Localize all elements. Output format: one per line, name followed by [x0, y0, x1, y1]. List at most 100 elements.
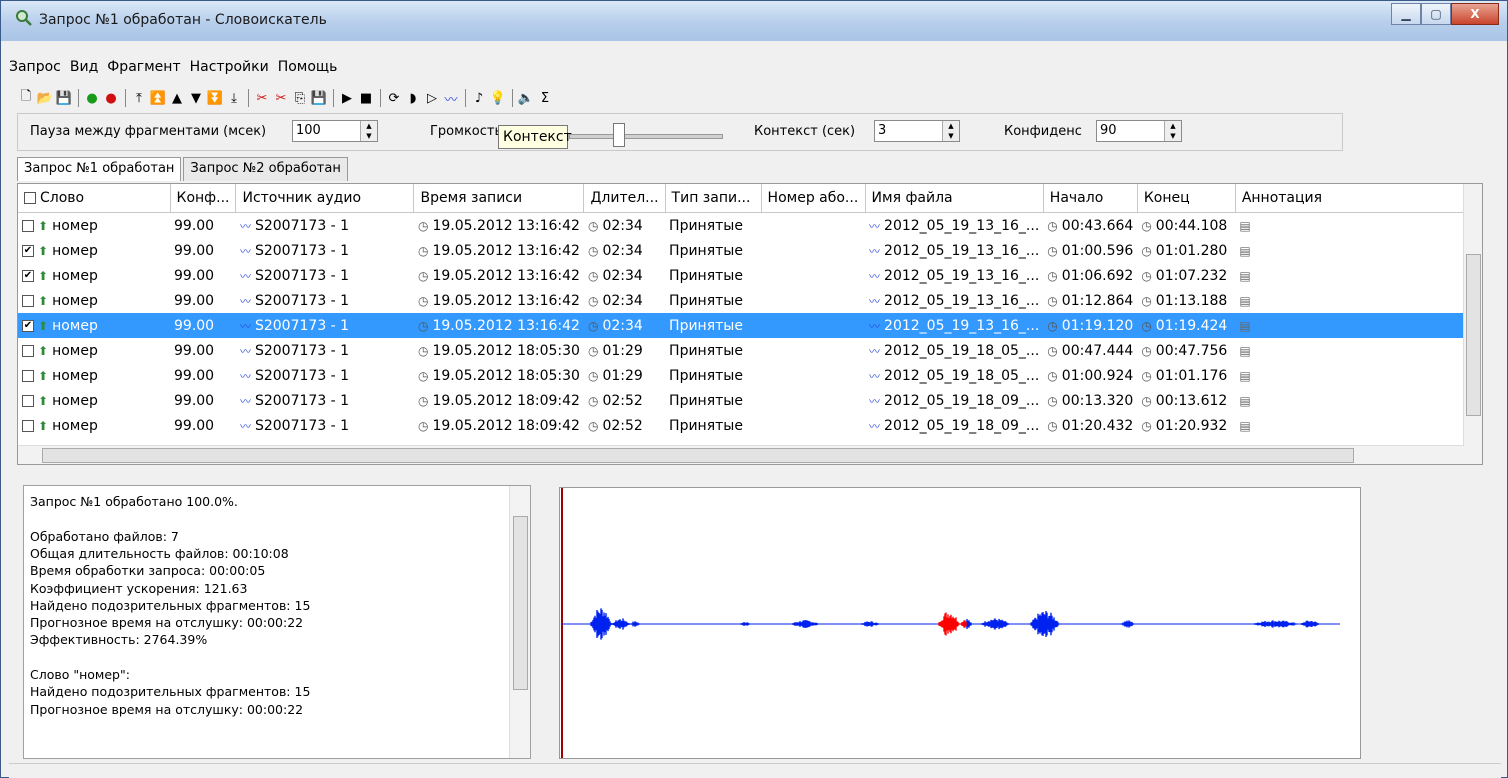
- annotation-icon[interactable]: ▤: [1239, 244, 1250, 258]
- menu-view[interactable]: Вид: [70, 59, 98, 81]
- cut-all-icon[interactable]: ✂: [272, 89, 290, 107]
- panel-scrollbar[interactable]: [1485, 159, 1503, 465]
- clock-icon: ◷: [1141, 218, 1152, 233]
- row-checkbox[interactable]: [22, 219, 34, 232]
- col-record-type[interactable]: Тип запи...: [665, 184, 762, 213]
- next-page-icon[interactable]: ⏬: [206, 89, 224, 107]
- file-wave-icon: 〰: [869, 419, 881, 433]
- annotation-icon[interactable]: ▤: [1239, 394, 1250, 408]
- waveform[interactable]: [560, 488, 1360, 758]
- volume-slider-thumb[interactable]: [613, 123, 625, 147]
- save-icon[interactable]: 💾: [55, 89, 73, 107]
- minimize-button[interactable]: ▁: [1391, 3, 1421, 25]
- table-row[interactable]: ⬆ номер 99.00 〰 S2007173 - 1 ◷ 19.05.2012 18:0…: [18, 388, 1475, 413]
- prev-page-icon[interactable]: ⏫: [149, 89, 167, 107]
- table-row[interactable]: ⬆ номер 99.00 〰 S2007173 - 1 ◷ 19.05.2012 13:1…: [18, 213, 1475, 239]
- row-checkbox[interactable]: ✔: [22, 269, 34, 282]
- annotation-icon[interactable]: ▤: [1239, 344, 1250, 358]
- new-icon[interactable]: 🗋: [17, 89, 35, 107]
- title-bar[interactable]: Запрос №1 обработан - Словоискатель ▁ ▢ …: [1, 1, 1507, 41]
- row-checkbox[interactable]: [22, 394, 34, 407]
- play-fragment-icon[interactable]: ▷: [423, 89, 441, 107]
- tab-query-2[interactable]: Запрос №2 обработан: [183, 157, 348, 181]
- maximize-button[interactable]: ▢: [1421, 3, 1451, 25]
- menu-fragment[interactable]: Фрагмент: [107, 59, 180, 81]
- context-stepper[interactable]: 3 ▲ ▼: [874, 120, 960, 142]
- status-bar: [9, 763, 1501, 778]
- col-confidence[interactable]: Конф...: [170, 184, 237, 213]
- row-checkbox[interactable]: ✔: [22, 319, 34, 332]
- col-duration[interactable]: Длител...: [583, 184, 666, 213]
- prev-icon[interactable]: ▲: [168, 89, 186, 107]
- log-line: Время обработки запроса: 00:00:05: [30, 563, 266, 579]
- clock-icon: ◷: [417, 218, 429, 233]
- last-icon[interactable]: ⤓: [225, 89, 243, 107]
- volume-slider-track[interactable]: [569, 134, 723, 139]
- volume-icon[interactable]: 🔈: [517, 89, 535, 107]
- annotation-icon[interactable]: ▤: [1239, 269, 1250, 283]
- table-row[interactable]: ✔ ⬆ номер 99.00 〰 S2007173 - 1 ◷ 19.05.2012 13:…: [18, 238, 1475, 263]
- menu-query[interactable]: Запрос: [9, 59, 61, 81]
- grid-vertical-scrollbar[interactable]: [1463, 184, 1482, 464]
- open-icon[interactable]: 📂: [36, 89, 54, 107]
- start-icon[interactable]: ●: [83, 89, 101, 107]
- grid-horizontal-scrollbar[interactable]: [18, 445, 1464, 464]
- clock-icon: ◷: [587, 368, 599, 383]
- close-button[interactable]: X: [1451, 3, 1499, 25]
- file-wave-icon: 〰: [869, 219, 881, 233]
- annotation-icon[interactable]: ▤: [1239, 294, 1250, 308]
- select-all-checkbox[interactable]: [24, 192, 36, 204]
- annotation-icon[interactable]: ▤: [1239, 369, 1250, 383]
- loop-icon[interactable]: ⟳: [385, 89, 403, 107]
- annotation-icon[interactable]: ▤: [1239, 419, 1250, 433]
- annotation-icon[interactable]: ▤: [1239, 319, 1250, 333]
- tab-query-1[interactable]: Запрос №1 обработан: [17, 157, 182, 181]
- waveform-panel[interactable]: [559, 487, 1361, 759]
- cut-icon[interactable]: ✂: [253, 89, 271, 107]
- clock-icon: ◷: [1047, 218, 1058, 233]
- file-wave-icon: 〰: [869, 294, 881, 308]
- next-icon[interactable]: ▼: [187, 89, 205, 107]
- col-word[interactable]: Слово: [18, 184, 171, 213]
- menu-settings[interactable]: Настройки: [190, 59, 269, 81]
- col-start[interactable]: Начало: [1043, 184, 1138, 213]
- row-checkbox[interactable]: [22, 419, 34, 432]
- row-checkbox[interactable]: [22, 344, 34, 357]
- table-row[interactable]: ⬆ номер 99.00 〰 S2007173 - 1 ◷ 19.05.2012 18:0…: [18, 413, 1475, 438]
- sum-icon[interactable]: Σ: [536, 89, 554, 107]
- save-fragment-icon[interactable]: 💾: [310, 89, 328, 107]
- waveform-highlighted-fragment: [938, 612, 967, 636]
- log-scrollbar[interactable]: [509, 486, 530, 758]
- col-subscriber-number[interactable]: Номер або...: [761, 184, 866, 213]
- confidence-stepper[interactable]: 90 ▲ ▼: [1096, 120, 1182, 142]
- log-line: Прогнозное время на отслушку: 00:00:22: [30, 701, 304, 717]
- annotation-icon[interactable]: ▤: [1239, 219, 1250, 233]
- clock-icon: ◷: [417, 368, 429, 383]
- music-icon[interactable]: ♪: [470, 89, 488, 107]
- export-icon[interactable]: ⎘: [291, 89, 309, 107]
- col-file-name[interactable]: Имя файла: [865, 184, 1044, 213]
- table-row[interactable]: ⬆ номер 99.00 〰 S2007173 - 1 ◷ 19.05.2012 13:1…: [18, 288, 1475, 313]
- play-icon[interactable]: ▶: [338, 89, 356, 107]
- row-checkbox[interactable]: ✔: [22, 244, 34, 257]
- col-record-time[interactable]: Время записи: [413, 184, 585, 213]
- row-checkbox[interactable]: [22, 294, 34, 307]
- table-row[interactable]: ✔ ⬆ номер 99.00 〰 S2007173 - 1 ◷ 19.05.2012 13:…: [18, 263, 1475, 288]
- first-icon[interactable]: ⤒: [130, 89, 148, 107]
- menu-help[interactable]: Помощь: [278, 59, 338, 81]
- stop-icon[interactable]: ●: [102, 89, 120, 107]
- settings-row: Пауза между фрагментами (мсек) 100 ▲ ▼ Гр…: [17, 113, 1343, 151]
- play-context-icon[interactable]: ◗: [404, 89, 422, 107]
- tooltip: Контекст: [498, 125, 572, 149]
- col-end[interactable]: Конец: [1137, 184, 1236, 213]
- stop-play-icon[interactable]: ■: [357, 89, 375, 107]
- pause-stepper[interactable]: 100 ▲ ▼: [292, 120, 378, 142]
- col-annotation[interactable]: Аннотация: [1235, 184, 1476, 213]
- table-row[interactable]: ⬆ номер 99.00 〰 S2007173 - 1 ◷ 19.05.2012 18:0…: [18, 363, 1475, 388]
- col-source[interactable]: Источник аудио: [235, 184, 415, 213]
- row-checkbox[interactable]: [22, 369, 34, 382]
- bulb-icon[interactable]: 💡: [489, 89, 507, 107]
- table-row[interactable]: ⬆ номер 99.00 〰 S2007173 - 1 ◷ 19.05.2012 18:0…: [18, 338, 1475, 363]
- table-row[interactable]: ✔ ⬆ номер 99.00 〰 S2007173 - 1 ◷ 19.05.2012 13:…: [18, 313, 1476, 338]
- waveform-icon[interactable]: 〰: [442, 89, 460, 108]
